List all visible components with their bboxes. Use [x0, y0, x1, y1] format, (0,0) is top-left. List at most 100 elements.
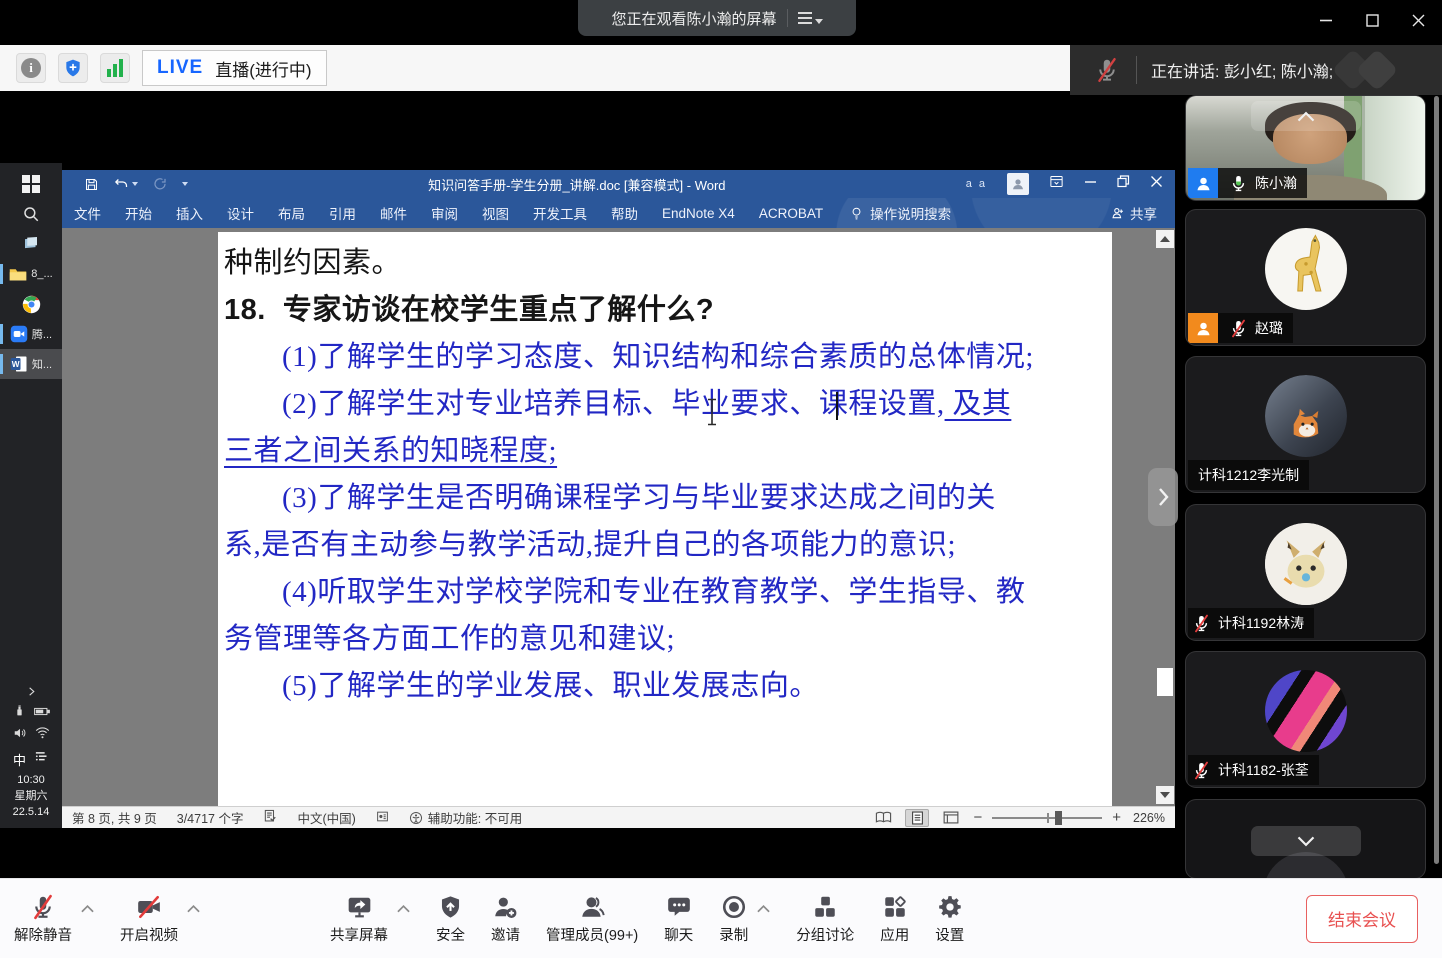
wifi-icon[interactable]	[35, 726, 50, 744]
ribbon-tab-acrobat[interactable]: ACROBAT	[747, 198, 835, 228]
ribbon-tab-插入[interactable]: 插入	[164, 198, 215, 228]
usb-icon[interactable]	[13, 704, 26, 722]
ribbon-tab-设计[interactable]: 设计	[215, 198, 266, 228]
page-indicator[interactable]: 第 8 页, 共 9 页	[72, 808, 157, 827]
ribbon-display-options-icon[interactable]	[1049, 174, 1064, 194]
participant-tile[interactable]: 计科1212李光制	[1186, 357, 1425, 492]
ribbon-tab-开始[interactable]: 开始	[113, 198, 164, 228]
taskbar-search-button[interactable]	[0, 199, 62, 229]
tray-clock[interactable]: 10:30 星期六 22.5.14	[13, 772, 50, 820]
redo-button[interactable]	[152, 177, 168, 192]
save-button[interactable]	[84, 177, 99, 192]
toolbar-breakout-button[interactable]: 分组讨论	[796, 893, 854, 945]
toolbar-shield-button[interactable]: 安全	[436, 893, 465, 945]
chevron-up-icon[interactable]	[1251, 101, 1361, 131]
account-avatar[interactable]	[1007, 173, 1029, 195]
participant-tile[interactable]: 陈小瀚	[1186, 96, 1425, 200]
taskbar-item-folder[interactable]: 8_...	[0, 259, 62, 289]
web-layout-icon[interactable]	[939, 809, 963, 827]
word-restore-icon[interactable]	[1117, 175, 1130, 193]
print-layout-icon[interactable]	[905, 809, 929, 827]
speaking-text: 正在讲话: 彭小红; 陈小瀚;	[1151, 58, 1333, 82]
toolbar-members-button[interactable]: 管理成员(99+)	[546, 893, 638, 945]
taskbar-item-word[interactable]: W 知...	[0, 349, 62, 379]
document-canvas[interactable]: 种制约因素。18. 专家访谈在校学生重点了解什么?(1)了解学生的学习态度、知识…	[62, 228, 1175, 806]
settings-icon	[936, 893, 964, 921]
ribbon-tab-邮件[interactable]: 邮件	[368, 198, 419, 228]
proofing-icon[interactable]	[263, 809, 277, 826]
chevron-up-icon[interactable]	[757, 904, 770, 913]
shield-protect-icon[interactable]	[58, 53, 88, 83]
word-close-icon[interactable]	[1150, 175, 1163, 193]
read-mode-icon[interactable]	[871, 809, 895, 827]
zoom-slider[interactable]	[992, 817, 1102, 819]
ribbon-tab-帮助[interactable]: 帮助	[599, 198, 650, 228]
macro-record-icon[interactable]	[376, 810, 389, 826]
scroll-down-button[interactable]	[1156, 786, 1174, 804]
meeting-info-icon[interactable]: i	[16, 53, 46, 83]
participant-tile-more[interactable]	[1186, 800, 1425, 878]
toolbar-settings-button[interactable]: 设置	[935, 893, 964, 945]
end-meeting-button[interactable]: 结束会议	[1306, 895, 1418, 943]
ribbon-tab-开发工具[interactable]: 开发工具	[521, 198, 599, 228]
ime-menu-icon[interactable]	[34, 749, 49, 769]
chevron-up-icon[interactable]	[187, 904, 200, 913]
mic-muted-icon	[29, 893, 57, 921]
close-icon[interactable]	[1410, 12, 1426, 28]
windows-taskbar: 8_... 腾... W 知... 中 10:30 星期六 22.5.14	[0, 163, 62, 828]
participants-scrollbar[interactable]	[1434, 96, 1439, 864]
network-signal-icon[interactable]	[100, 53, 130, 83]
share-button[interactable]: 共享	[1111, 203, 1157, 223]
ribbon-tab-审阅[interactable]: 审阅	[419, 198, 470, 228]
word-minimize-icon[interactable]	[1084, 175, 1097, 193]
minimize-icon[interactable]	[1318, 12, 1334, 28]
sidebar-collapse-handle[interactable]	[1148, 468, 1178, 526]
chevron-up-icon[interactable]	[81, 904, 94, 913]
maximize-icon[interactable]	[1364, 12, 1380, 28]
scroll-up-button[interactable]	[1156, 230, 1174, 248]
zoom-level[interactable]: 226%	[1131, 811, 1165, 825]
ribbon-tab-file[interactable]: 文件	[62, 198, 113, 228]
banner-menu-icon[interactable]	[798, 12, 823, 24]
toolbar-camera-muted-button[interactable]: 开启视频	[120, 893, 178, 945]
ribbon-tab-endnote-x4[interactable]: EndNote X4	[650, 198, 747, 228]
chevron-down-icon[interactable]	[1251, 826, 1361, 856]
speaker-icon[interactable]	[13, 726, 27, 745]
language-indicator[interactable]: 中文(中国)	[297, 808, 355, 827]
word-count[interactable]: 3/4717 个字	[177, 808, 244, 827]
zoom-slider-thumb[interactable]	[1055, 811, 1062, 825]
zoom-in-button[interactable]: +	[1112, 813, 1121, 823]
ribbon-tab-视图[interactable]: 视图	[470, 198, 521, 228]
tray-expand-icon[interactable]	[26, 680, 37, 702]
ribbon-tab-布局[interactable]: 布局	[266, 198, 317, 228]
task-view-button[interactable]	[0, 229, 62, 259]
undo-button[interactable]	[113, 177, 138, 192]
participant-role-badge-icon	[1188, 168, 1218, 198]
toolbar-mic-muted-button[interactable]: 解除静音	[14, 893, 72, 945]
participant-tile[interactable]: 计科1192林涛	[1186, 505, 1425, 640]
participant-tile[interactable]: 计科1182-张荃	[1186, 652, 1425, 787]
scrollbar-thumb[interactable]	[1157, 668, 1173, 696]
word-window: 知识问答手册-学生分册_讲解.doc [兼容模式] - Word a a 文件开…	[62, 170, 1175, 828]
accessibility-status[interactable]: 辅助功能: 不可用	[409, 808, 522, 827]
zoom-out-button[interactable]: −	[973, 813, 982, 823]
taskbar-item-tencent-meeting[interactable]: 腾...	[0, 319, 62, 349]
chevron-up-icon[interactable]	[397, 904, 410, 913]
avatar	[1265, 228, 1347, 310]
start-button[interactable]	[0, 169, 62, 199]
quick-access-toolbar	[84, 177, 188, 192]
battery-icon[interactable]	[34, 704, 50, 722]
toolbar-button-label: 安全	[436, 924, 465, 945]
ime-indicator[interactable]: 中	[13, 750, 26, 769]
taskbar-item-chrome[interactable]	[0, 289, 62, 319]
ribbon-tab-引用[interactable]: 引用	[317, 198, 368, 228]
toolbar-screen-share-button[interactable]: 共享屏幕	[330, 893, 388, 945]
tell-me-search[interactable]: 操作说明搜索	[849, 203, 951, 223]
mic-on-icon	[1229, 174, 1248, 193]
toolbar-record-button[interactable]: 录制	[719, 893, 748, 945]
participant-tile[interactable]: 赵璐	[1186, 210, 1425, 345]
toolbar-apps-button[interactable]: 应用	[880, 893, 909, 945]
participant-name: 赵璐	[1255, 318, 1283, 338]
toolbar-chat-button[interactable]: 聊天	[664, 893, 693, 945]
toolbar-invite-button[interactable]: 邀请	[491, 893, 520, 945]
